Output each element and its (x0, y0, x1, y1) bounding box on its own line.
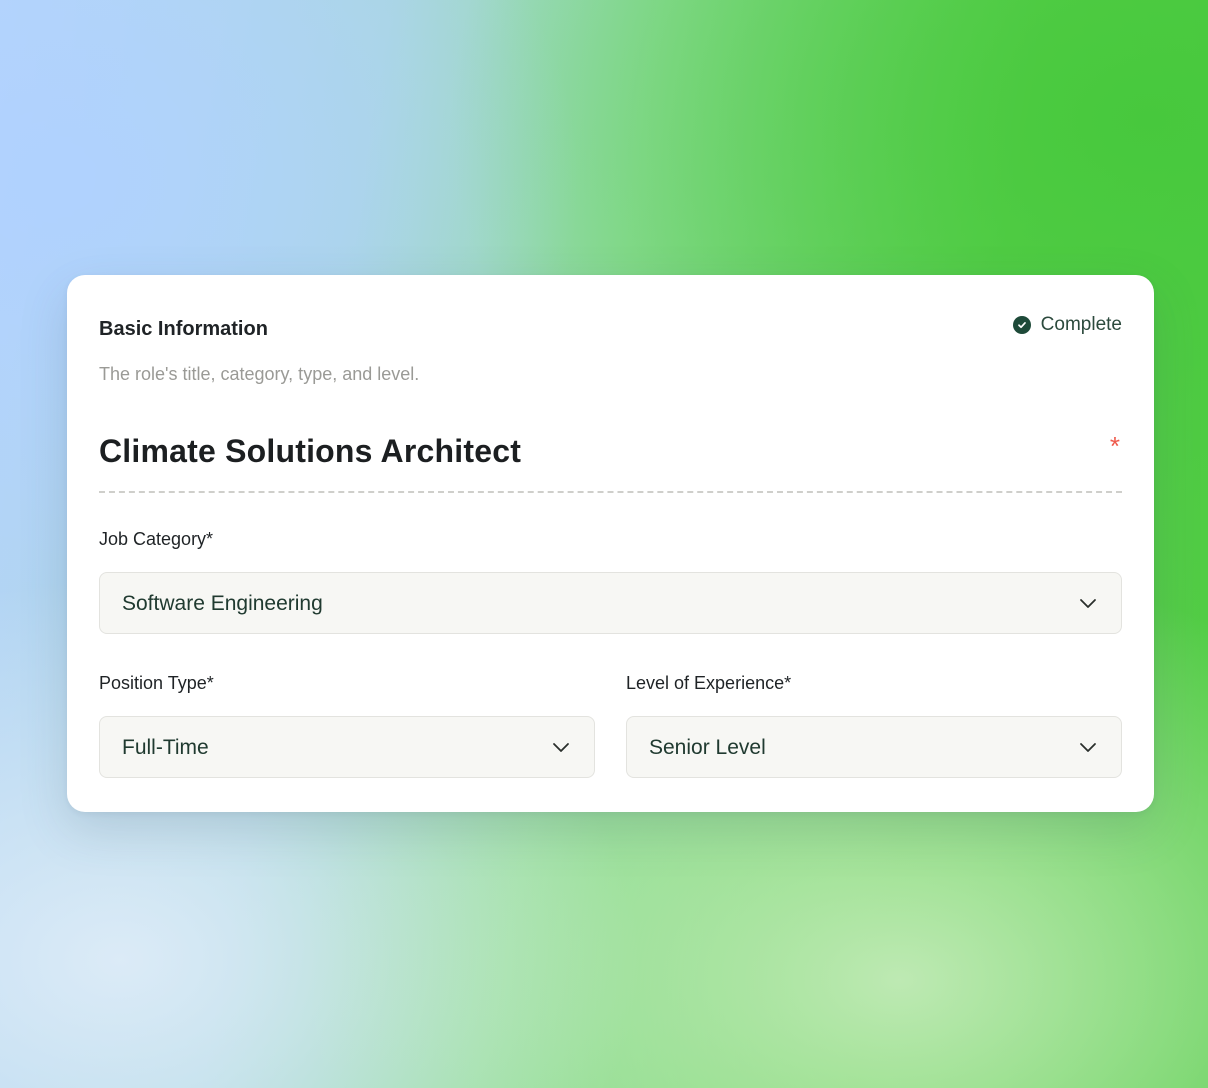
status-badge: Complete (1012, 313, 1122, 337)
section-description: The role's title, category, type, and le… (99, 364, 420, 384)
job-title-field[interactable]: Climate Solutions Architect * (99, 427, 1122, 493)
position-type-select[interactable]: Full-Time (99, 716, 595, 778)
status-label: Complete (1040, 314, 1122, 335)
check-circle-icon (1012, 316, 1031, 334)
position-type-value: Full-Time (122, 736, 209, 759)
chevron-down-icon (1080, 743, 1096, 752)
job-category-value: Software Engineering (122, 592, 323, 615)
chevron-down-icon (1080, 599, 1096, 608)
job-category-label: Job Category* (99, 529, 214, 549)
job-title-input[interactable]: Climate Solutions Architect (99, 431, 521, 471)
job-category-select[interactable]: Software Engineering (99, 572, 1122, 634)
required-asterisk: * (1109, 431, 1120, 461)
experience-level-select[interactable]: Senior Level (626, 716, 1122, 778)
experience-level-value: Senior Level (649, 736, 766, 759)
experience-level-label: Level of Experience* (626, 673, 792, 693)
position-type-label: Position Type* (99, 673, 214, 693)
chevron-down-icon (553, 743, 569, 752)
basic-information-card: Basic Information Complete The role's ti… (67, 275, 1154, 812)
section-title: Basic Information (99, 318, 268, 340)
